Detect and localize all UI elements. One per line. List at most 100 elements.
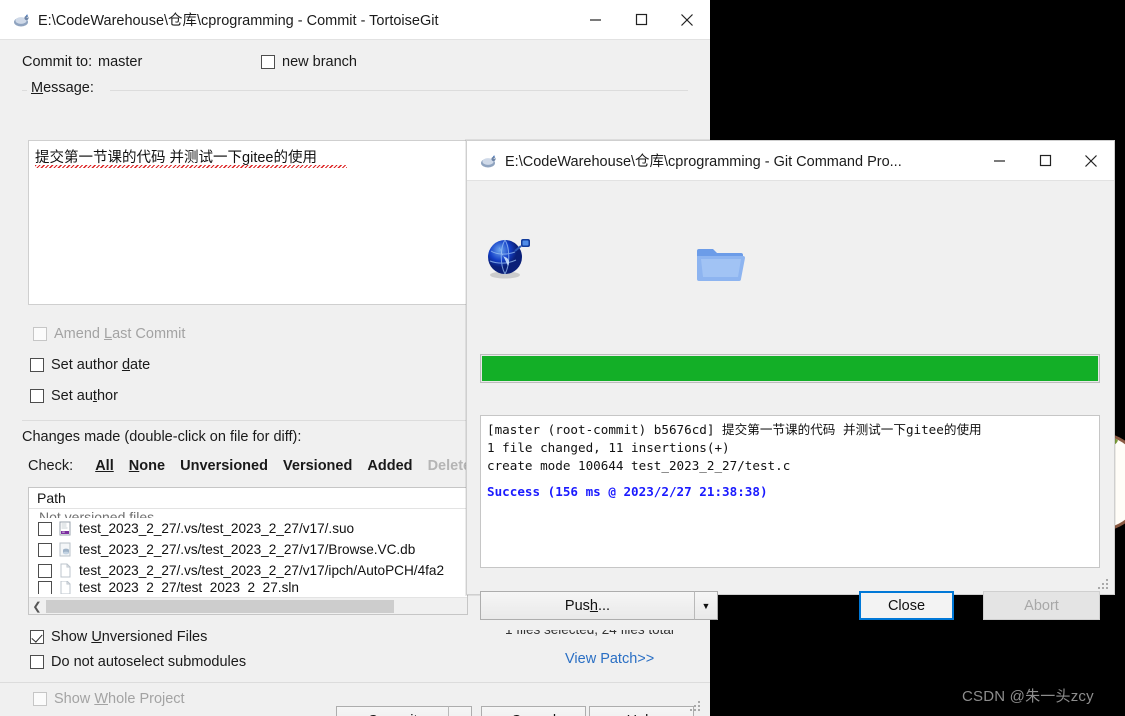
commit-window-title: E:\CodeWarehouse\仓库\cprogramming - Commi… — [38, 13, 439, 29]
check-label: Check: — [28, 458, 74, 474]
progress-bar — [480, 354, 1100, 383]
cancel-button[interactable]: Cancel — [481, 706, 586, 716]
show-whole-project-row: Show Whole Project — [33, 691, 185, 707]
show-unversioned-files-checkbox[interactable] — [30, 630, 44, 644]
show-unversioned-files-row[interactable]: Show Unversioned Files — [30, 629, 207, 645]
generic-file-icon — [58, 581, 73, 594]
file-path: test_2023_2_27/.vs/test_2023_2_27/v17/.s… — [79, 521, 355, 536]
set-author-checkbox[interactable] — [30, 389, 44, 403]
commit-window-controls — [572, 0, 710, 40]
new-branch-checkbox[interactable] — [261, 55, 275, 69]
abort-button: Abort — [983, 591, 1100, 620]
do-not-autoselect-submodules-row[interactable]: Do not autoselect submodules — [30, 654, 246, 670]
set-author-date-label: Set author date — [51, 357, 151, 373]
maximize-button[interactable] — [618, 0, 664, 40]
table-row[interactable]: test_2023_2_27/.vs/test_2023_2_27/v17/Br… — [29, 539, 467, 560]
console-line: 1 file changed, 11 insertions(+) — [487, 439, 730, 455]
amend-last-commit-row: Amend Last Commit — [33, 326, 185, 342]
set-author-date-row[interactable]: Set author date — [30, 357, 150, 373]
chevron-down-icon: ▼ — [701, 600, 711, 611]
resize-grip[interactable] — [690, 701, 702, 713]
console-success-line: Success (156 ms @ 2023/2/27 21:38:38) — [487, 483, 768, 499]
path-column-header[interactable]: Path — [29, 488, 467, 509]
check-links-row: Check: All None Unversioned Versioned Ad… — [28, 458, 480, 474]
git-output-console[interactable]: [master (root-commit) b5676cd] 提交第一节课的代码… — [480, 415, 1100, 568]
git-command-progress-window: E:\CodeWarehouse\仓库\cprogramming - Git C… — [466, 140, 1115, 620]
tortoisegit-icon — [479, 152, 497, 170]
do-not-autoselect-submodules-checkbox[interactable] — [30, 655, 44, 669]
push-dropdown-button[interactable]: ▼ — [694, 591, 718, 620]
table-row[interactable]: test_2023_2_27/test_2023_2_27.sln — [29, 581, 467, 594]
scrollbar-thumb[interactable] — [46, 599, 394, 613]
close-button[interactable] — [1068, 141, 1114, 181]
progress-window-title: E:\CodeWarehouse\仓库\cprogramming - Git C… — [505, 154, 902, 170]
changed-files-list[interactable]: Path Not versioned files ∞ test_2023_2_2… — [28, 487, 468, 615]
changes-made-label: Changes made (double-click on file for d… — [22, 429, 307, 445]
db-file-icon — [58, 542, 73, 557]
commit-window-titlebar[interactable]: E:\CodeWarehouse\仓库\cprogramming - Commi… — [0, 0, 710, 40]
set-author-date-checkbox[interactable] — [30, 358, 44, 372]
push-button[interactable]: Pus h... — [480, 591, 694, 620]
close-dialog-button[interactable]: Close — [859, 591, 954, 620]
close-button[interactable] — [664, 0, 710, 40]
progress-bar-fill — [482, 356, 1098, 381]
check-versioned-link[interactable]: Versioned — [283, 458, 352, 474]
table-row[interactable]: test_2023_2_27/.vs/test_2023_2_27/v17/ip… — [29, 560, 467, 581]
suo-file-icon: ∞ — [58, 521, 73, 536]
file-path: test_2023_2_27/.vs/test_2023_2_27/v17/ip… — [79, 563, 445, 578]
file-group-header: Not versioned files — [39, 509, 155, 518]
table-row[interactable]: ∞ test_2023_2_27/.vs/test_2023_2_27/v17/… — [29, 518, 467, 539]
minimize-button[interactable] — [572, 0, 618, 40]
globe-network-icon — [481, 231, 537, 283]
set-author-row[interactable]: Set author — [30, 388, 118, 404]
message-group-label-text: essage: — [43, 80, 94, 96]
progress-window-body: [master (root-commit) b5676cd] 提交第一节课的代码… — [467, 181, 1114, 620]
amend-last-commit-label: Amend Last Commit — [54, 326, 186, 342]
new-branch-checkbox-row[interactable]: new branch — [261, 54, 357, 70]
file-list-horizontal-scrollbar[interactable]: ❮ — [29, 597, 467, 614]
commit-message-text: 提交第一节课的代码 并测试一下gitee的使用 — [35, 150, 317, 166]
file-checkbox[interactable] — [38, 563, 52, 578]
file-checkbox[interactable] — [38, 521, 52, 536]
console-line: create mode 100644 test_2023_2_27/test.c — [487, 457, 791, 473]
set-author-label: Set author — [51, 388, 118, 404]
commit-dropdown-button[interactable]: ▼ — [448, 706, 472, 716]
branch-name[interactable]: master — [98, 54, 142, 70]
new-branch-label: new branch — [282, 54, 357, 70]
push-split-button[interactable]: Pus h... ▼ — [480, 591, 718, 620]
progress-window-controls — [976, 141, 1114, 181]
check-unversioned-link[interactable]: Unversioned — [180, 458, 268, 474]
console-line: [master (root-commit) b5676cd] 提交第一节课的代码… — [487, 422, 982, 437]
folder-icon — [695, 243, 747, 283]
spellcheck-underline — [35, 165, 347, 168]
check-added-link[interactable]: Added — [367, 458, 412, 474]
message-group-label: Message: — [27, 80, 98, 96]
view-patch-link[interactable]: View Patch>> — [565, 651, 654, 667]
check-all-link[interactable]: All — [95, 458, 114, 474]
file-checkbox[interactable] — [38, 581, 52, 594]
commit-button[interactable]: Commit — [336, 706, 448, 716]
do-not-autoselect-submodules-label: Do not autoselect submodules — [51, 654, 247, 670]
file-path: test_2023_2_27/.vs/test_2023_2_27/v17/Br… — [79, 542, 416, 557]
maximize-button[interactable] — [1022, 141, 1068, 181]
show-whole-project-checkbox — [33, 692, 47, 706]
file-checkbox[interactable] — [38, 542, 52, 557]
minimize-button[interactable] — [976, 141, 1022, 181]
desktop: ✦ ✦ ✦ E:\CodeWarehouse\仓库\cprogramming -… — [0, 0, 1125, 716]
tortoisegit-icon — [12, 11, 30, 29]
generic-file-icon — [58, 563, 73, 578]
selection-status: 1 files selected, 24 files total — [505, 622, 674, 637]
commit-to-label: Commit to: — [22, 54, 93, 70]
progress-window-titlebar[interactable]: E:\CodeWarehouse\仓库\cprogramming - Git C… — [467, 141, 1114, 181]
show-unversioned-files-label: Show Unversioned Files — [51, 629, 208, 645]
commit-split-button[interactable]: Commit ▼ — [336, 706, 472, 716]
help-button[interactable]: Help — [589, 706, 694, 716]
show-whole-project-label: Show Whole Project — [54, 691, 185, 707]
check-none-link[interactable]: None — [129, 458, 165, 474]
amend-last-commit-checkbox — [33, 327, 47, 341]
resize-grip[interactable] — [1098, 579, 1110, 591]
file-path: test_2023_2_27/test_2023_2_27.sln — [79, 581, 299, 594]
svg-text:∞: ∞ — [62, 530, 65, 535]
scroll-left-arrow[interactable]: ❮ — [29, 600, 45, 613]
